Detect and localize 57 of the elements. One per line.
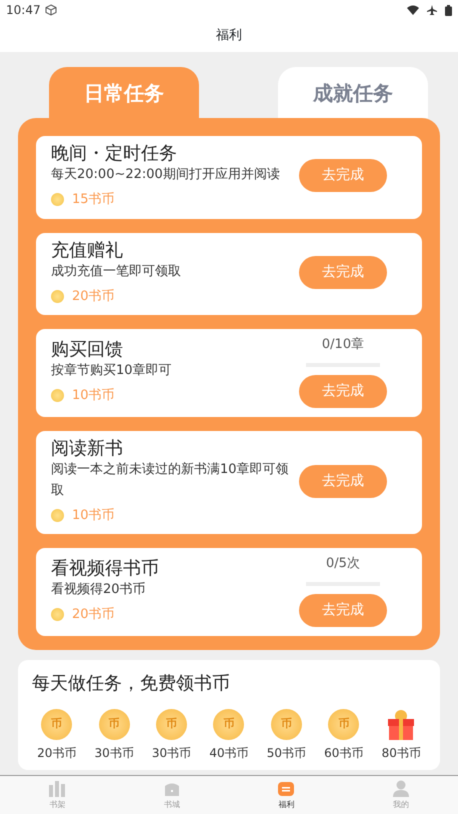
coin-icon: 币 (270, 708, 302, 740)
complete-button[interactable]: 去完成 (299, 594, 387, 627)
wifi-icon (407, 5, 419, 15)
progress-text: 0/5次 (326, 555, 360, 574)
reward-label: 30书币 (94, 744, 134, 762)
coin-icon (51, 193, 64, 206)
task-description: 阅读一本之前未读过的新书满10章即可领取 (51, 461, 290, 500)
task-description: 每天20:00~22:00期间打开应用并阅读 (51, 166, 281, 184)
complete-button[interactable]: 去完成 (299, 159, 387, 192)
reward-label: 20书币 (37, 744, 76, 762)
complete-button[interactable]: 去完成 (299, 464, 387, 498)
complete-button[interactable]: 去完成 (299, 256, 387, 290)
airplane-icon (427, 5, 437, 15)
reward-label: 80书币 (382, 744, 421, 762)
task-title: 看视频得书币 (51, 556, 160, 580)
task-description: 成功充值一笔即可领取 (51, 263, 182, 282)
task-description: 按章节购买10章即可 (51, 362, 173, 380)
nav-tab[interactable]: 书城 (114, 776, 229, 814)
complete-button[interactable]: 去完成 (299, 374, 387, 408)
reward-label: 30书币 (152, 744, 192, 762)
cube-icon (44, 4, 57, 16)
list-icon (276, 779, 296, 799)
nav-tab[interactable]: 福利 (229, 776, 344, 814)
reward-label: 40书币 (209, 744, 249, 762)
nav-tab[interactable]: 我的 (344, 776, 458, 814)
nav-tab[interactable]: 书架 (0, 776, 114, 814)
task-title: 晚间・定时任务 (51, 142, 178, 166)
reward-amount: 10书币 (72, 506, 115, 525)
coin-icon: 币 (41, 708, 72, 740)
task-description: 看视频得20书币 (51, 581, 147, 600)
coin-icon (51, 608, 64, 622)
coin-icon (51, 290, 64, 304)
battery-icon (445, 4, 452, 16)
coin-icon (51, 509, 64, 522)
task-title: 充值赠礼 (51, 238, 124, 262)
reward-label: 60书币 (324, 744, 364, 762)
milestone-title: 每天做任务，免费领书币 (31, 672, 231, 696)
clock: 10:47 (6, 2, 41, 19)
coin-icon (51, 389, 64, 402)
bar-chart-icon (47, 779, 68, 799)
task-title: 阅读新书 (51, 436, 124, 460)
coin-icon: 币 (328, 708, 360, 740)
coin-icon: 币 (98, 708, 130, 740)
reward-amount: 20书币 (72, 288, 115, 306)
tab[interactable]: 日常任务 (49, 67, 199, 118)
coin-icon: 币 (156, 708, 188, 740)
reward-amount: 10书币 (72, 386, 115, 405)
coin-icon: 币 (213, 708, 244, 740)
page-title: 福利 (216, 27, 242, 46)
gift-icon (386, 708, 416, 740)
progress-text: 0/10章 (322, 336, 364, 354)
reward-amount: 15书币 (72, 191, 115, 210)
task-title: 购买回馈 (51, 338, 124, 362)
person-icon (390, 779, 411, 799)
tab[interactable]: 成就任务 (278, 67, 428, 118)
reward-label: 50书币 (266, 744, 306, 762)
reward-amount: 20书币 (72, 606, 115, 624)
